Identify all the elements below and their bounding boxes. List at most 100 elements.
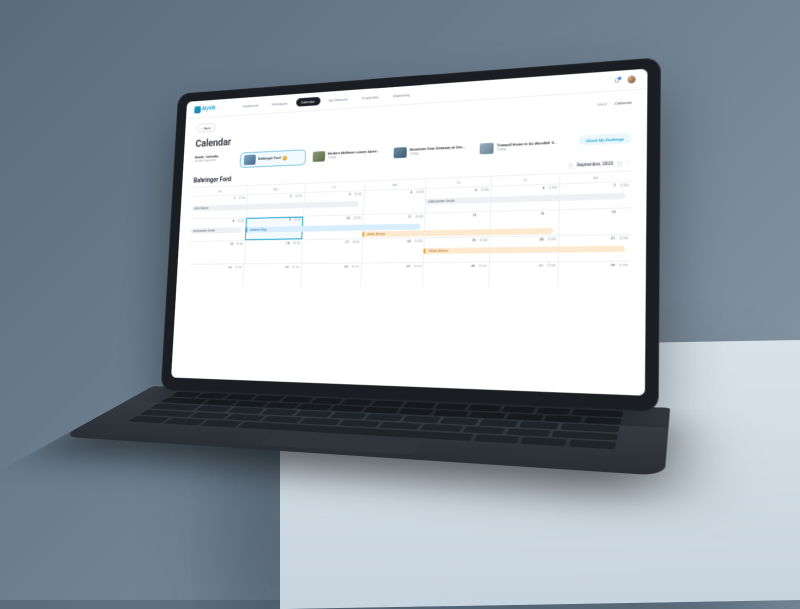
day-price: $100: [294, 218, 301, 222]
nav-item-my-network[interactable]: My Network: [323, 94, 353, 104]
calendar-cell[interactable]: 20 $100: [489, 236, 558, 261]
day-price: $100: [481, 188, 489, 192]
property-thumbnail: [393, 147, 406, 158]
calendar-cell[interactable]: 22$100: [188, 264, 244, 286]
breadcrumb-root[interactable]: Main: [597, 101, 607, 107]
day-number: 10: [346, 216, 350, 220]
weekday-label: Sa: [559, 172, 631, 184]
breadcrumb: Main › Calendar: [597, 99, 632, 106]
day-number: 27: [539, 263, 543, 267]
calendar-cell[interactable]: 13: [490, 210, 559, 236]
day-number: 5: [475, 188, 477, 192]
day-number: 15: [230, 242, 233, 246]
master-calendar-link[interactable]: Master Calendar All My Properties: [194, 153, 237, 170]
day-number: 20: [540, 237, 544, 241]
property-card[interactable]: Bahringer Ford2: [239, 149, 306, 168]
property-card[interactable]: Mountain View Getaway at Seven Hills Vil…: [389, 141, 472, 161]
logo-icon: [194, 106, 201, 113]
calendar-cell[interactable]: 7$100: [559, 182, 631, 209]
user-avatar[interactable]: [627, 75, 637, 85]
calendar-cell[interactable]: 19 $100: [423, 237, 489, 262]
day-price: $100: [547, 263, 555, 267]
day-price: $100: [619, 263, 628, 267]
notifications-button[interactable]: [614, 77, 621, 84]
day-number: 12: [472, 213, 476, 217]
property-status: Today: [496, 145, 557, 152]
brand-name: MyVN: [202, 105, 215, 112]
calendar-cell[interactable]: 15$100: [189, 241, 245, 264]
day-price: $100: [292, 265, 299, 269]
calendar-property-title: Bahringer Ford: [193, 176, 231, 185]
app-screen: MyVN DashboardMessagesCalendarMy Network…: [171, 69, 647, 396]
day-price: $100: [235, 265, 242, 269]
laptop-mockup: MyVN DashboardMessagesCalendarMy Network…: [156, 54, 706, 517]
month-label: September, 2023: [577, 161, 614, 168]
calendar-cell[interactable]: 4$100: [363, 189, 426, 214]
day-number: 13: [540, 212, 544, 216]
calendar-cell[interactable]: 14: [558, 208, 630, 235]
calendar-cell[interactable]: 21 $100: [558, 235, 631, 261]
day-number: 3: [349, 192, 351, 196]
day-price: $100: [351, 264, 358, 268]
day-price: $100: [414, 264, 422, 268]
day-number: 6: [543, 186, 545, 190]
nav-item-messages[interactable]: Messages: [267, 99, 293, 109]
nav-item-calendar[interactable]: Calendar: [296, 97, 320, 107]
calendar-cell[interactable]: 18 $100: [361, 238, 424, 262]
calendar-cell[interactable]: 6$100: [490, 184, 559, 210]
more-menu-button[interactable]: ⋮: [625, 160, 631, 165]
month-controls: ‹ September, 2023 › ⋮: [568, 160, 631, 168]
notification-badge: [618, 76, 621, 79]
day-number: 9: [289, 218, 291, 222]
nav-item-dashboard[interactable]: Dashboard: [238, 101, 264, 111]
booking-event[interactable]: Olivia Gibson: [424, 246, 626, 254]
weekday-label: Th: [426, 177, 491, 188]
master-calendar-subtitle: All My Properties: [195, 157, 237, 163]
calendar-cell[interactable]: 17$100: [301, 239, 362, 263]
calendar-cell[interactable]: 23$100: [242, 264, 300, 287]
booking-event[interactable]: Aleksander Smith: [425, 193, 626, 205]
property-thumbnail: [480, 143, 494, 155]
property-card[interactable]: Modern Midtown Luxury Apartment21 Today: [308, 145, 386, 165]
day-price: $100: [236, 242, 243, 246]
day-number: 18: [407, 239, 411, 243]
check-bookings-button[interactable]: Check My Bookings: [578, 133, 631, 146]
screen-bezel: MyVN DashboardMessagesCalendarMy Network…: [161, 57, 661, 412]
nav-item-marketing[interactable]: Marketing: [388, 90, 416, 100]
day-price: $100: [415, 239, 423, 243]
brand-logo[interactable]: MyVN: [194, 105, 215, 113]
calendar-cell[interactable]: 16$100: [244, 240, 302, 263]
calendar-cell[interactable]: 26$100: [423, 263, 489, 288]
calendar-cell[interactable]: 28$100: [558, 262, 631, 288]
day-number: 14: [611, 210, 615, 214]
property-thumbnail: [244, 155, 256, 166]
property-name: Tranquil Home in Qu Wooded Neighborho: [497, 141, 558, 148]
calendar-cell[interactable]: 12: [424, 212, 490, 237]
day-number: 24: [344, 265, 348, 269]
bell-icon: [614, 77, 621, 84]
back-button[interactable]: ‹ Back: [196, 123, 216, 133]
back-label: Back: [204, 125, 211, 130]
calendar-grid: SuMoTuWeThFrSa 1$1002$1003$1004$1005$100…: [176, 170, 647, 296]
day-number: 1: [234, 196, 236, 200]
day-number: 21: [611, 236, 615, 240]
header-right: [614, 75, 637, 86]
property-status: Today: [409, 150, 467, 156]
day-number: 8: [232, 219, 234, 223]
booking-event[interactable]: Aleksander Smith: [191, 227, 242, 234]
calendar-cell[interactable]: 25 $100: [360, 263, 424, 287]
day-number: 26: [471, 264, 475, 268]
property-card[interactable]: Tranquil Home in Qu Wooded Neighborho To…: [475, 136, 564, 157]
calendar-cell[interactable]: 27 $100: [488, 262, 558, 287]
day-number: 19: [472, 238, 476, 242]
day-price: $100: [620, 236, 629, 240]
next-month-button[interactable]: ›: [617, 161, 623, 166]
day-price: $100: [548, 237, 556, 241]
nav-item-properties[interactable]: Properties: [356, 92, 384, 102]
prev-month-button[interactable]: ‹: [568, 163, 573, 168]
day-number: 25: [406, 264, 410, 268]
calendar-week: 22$10023$10024$10025$10026$10027$10028$1…: [188, 261, 631, 288]
day-price: $100: [293, 241, 300, 245]
calendar-cell[interactable]: 24$100: [300, 263, 361, 286]
day-price: $100: [480, 238, 488, 242]
